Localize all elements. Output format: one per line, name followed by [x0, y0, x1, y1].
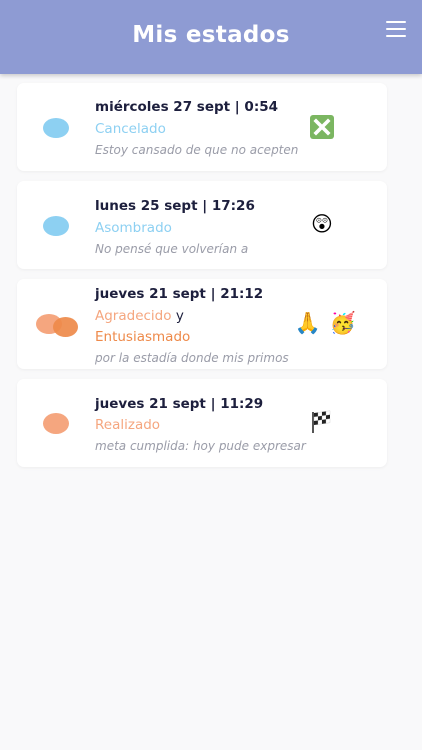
- entry-emotion: Asombrado: [95, 220, 172, 236]
- emotion-conjunction: y: [175, 308, 184, 324]
- folded-hands-icon: 🙏: [294, 311, 322, 335]
- astonished-face-icon: 😲: [311, 212, 333, 236]
- entry-emotion: Realizado: [95, 417, 161, 433]
- cross-mark-button-icon: [310, 115, 334, 139]
- mood-blob-icon: [43, 413, 69, 434]
- mood-entry-card[interactable]: miércoles 27 sept | 0:54 Cancelado Estoy…: [17, 83, 387, 171]
- mood-entry-card[interactable]: jueves 21 sept | 21:12 Agradecido y Entu…: [17, 279, 387, 369]
- mood-blob-icon: [43, 216, 69, 236]
- partying-face-icon: 🥳: [329, 311, 357, 335]
- entry-date: miércoles 27 sept | 0:54: [95, 99, 279, 115]
- entry-date: lunes 25 sept | 17:26: [95, 198, 255, 214]
- entry-date: jueves 21 sept | 21:12: [95, 286, 264, 302]
- app-header: Mis estados: [0, 0, 422, 74]
- mood-blob-icon: [53, 317, 78, 337]
- entry-note: No pensé que volverían a: [95, 242, 249, 256]
- mood-blob-icon: [43, 118, 69, 138]
- entry-note: Estoy cansado de que no acepten: [95, 143, 299, 157]
- mood-entry-card[interactable]: lunes 25 sept | 17:26 Asombrado No pensé…: [17, 181, 387, 269]
- entry-emotion: Cancelado: [95, 121, 166, 137]
- entry-date: jueves 21 sept | 11:29: [95, 396, 264, 412]
- chequered-flag-icon: [309, 409, 335, 435]
- entry-emotion: Agradecido: [95, 308, 172, 324]
- mood-entry-card[interactable]: jueves 21 sept | 11:29 Realizado meta cu…: [17, 379, 387, 467]
- page-title: Mis estados: [132, 22, 290, 48]
- entry-note: meta cumplida: hoy pude expresar: [95, 439, 306, 453]
- entry-emotion-line: Agradecido y: [95, 308, 184, 324]
- hamburger-menu-icon[interactable]: [386, 21, 408, 38]
- entry-emotion-secondary: Entusiasmado: [95, 329, 191, 345]
- entry-note: por la estadía donde mis primos: [95, 351, 289, 365]
